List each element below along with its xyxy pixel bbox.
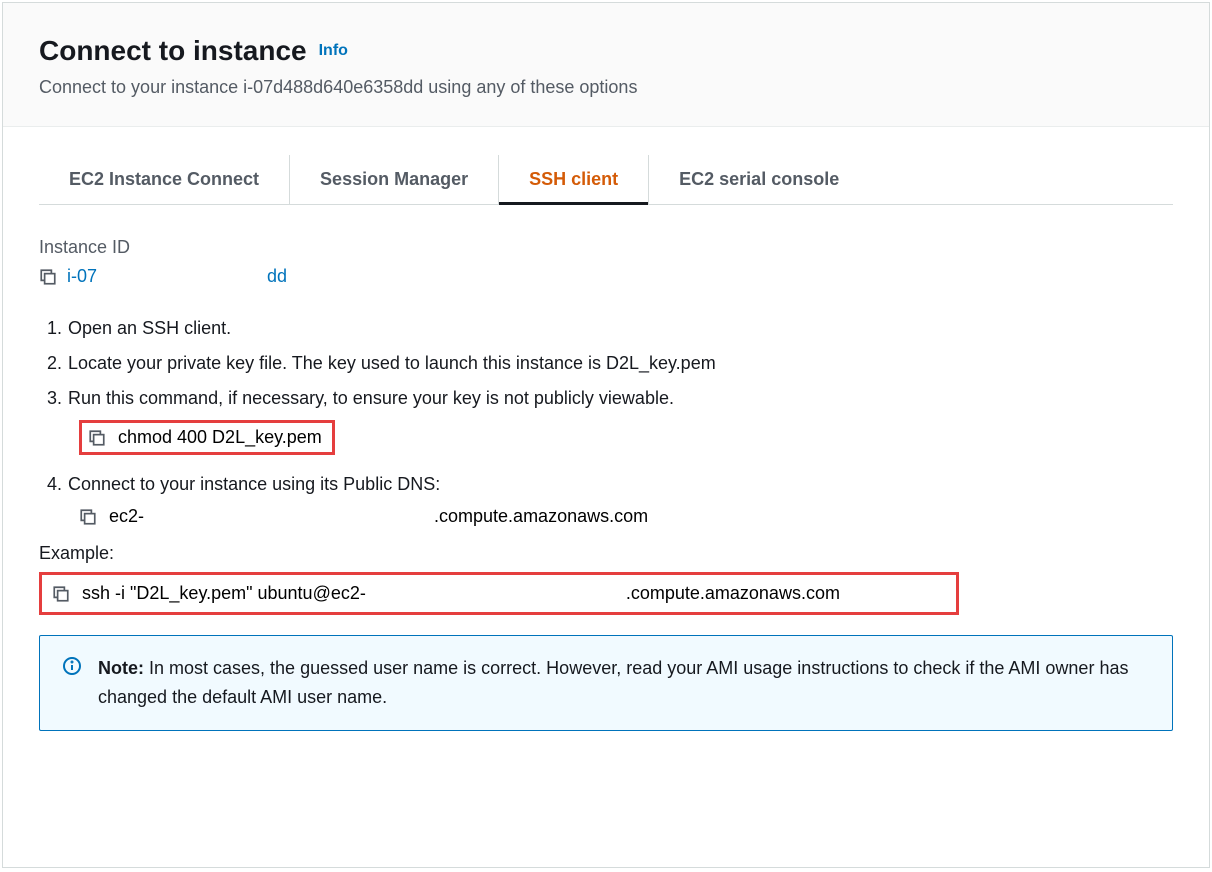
note-body: In most cases, the guessed user name is … — [98, 658, 1128, 707]
step-2: 2. Locate your private key file. The key… — [47, 350, 1173, 377]
step-1: 1. Open an SSH client. — [47, 315, 1173, 342]
public-dns-value: ec2-.compute.amazonaws.com — [109, 506, 648, 527]
instance-id-field: Instance ID i-07 dd — [39, 237, 1173, 287]
note-label: Note: — [98, 658, 144, 678]
step-4-text: Connect to your instance using its Publi… — [68, 471, 440, 498]
instance-id-suffix: dd — [267, 266, 287, 286]
chmod-command: chmod 400 D2L_key.pem — [118, 427, 322, 448]
header-section: Connect to instance Info Connect to your… — [3, 3, 1209, 127]
tabs-row: EC2 Instance Connect Session Manager SSH… — [39, 155, 1173, 205]
step-2-text: Locate your private key file. The key us… — [68, 350, 716, 377]
copy-icon[interactable] — [79, 508, 97, 526]
steps-list: 1. Open an SSH client. 2. Locate your pr… — [47, 315, 1173, 527]
instance-id-prefix: i-07 — [67, 266, 97, 286]
connect-instance-panel: Connect to instance Info Connect to your… — [2, 2, 1210, 868]
step-4-command-row: ec2-.compute.amazonaws.com — [79, 506, 1173, 527]
step-3: 3. Run this command, if necessary, to en… — [47, 385, 1173, 412]
tab-ec2-instance-connect[interactable]: EC2 Instance Connect — [39, 155, 290, 204]
example-label: Example: — [39, 543, 1173, 564]
info-icon — [62, 656, 82, 676]
note-text: Note: In most cases, the guessed user na… — [98, 654, 1150, 712]
chmod-highlight: chmod 400 D2L_key.pem — [79, 420, 335, 455]
note-box: Note: In most cases, the guessed user na… — [39, 635, 1173, 731]
copy-icon[interactable] — [52, 585, 70, 603]
tab-ssh-client[interactable]: SSH client — [499, 155, 649, 204]
example-ssh-command: ssh -i "D2L_key.pem" ubuntu@ec2-.compute… — [82, 583, 840, 604]
info-link[interactable]: Info — [319, 42, 348, 60]
instance-id-link[interactable]: i-07 dd — [67, 266, 287, 287]
tab-ec2-serial-console[interactable]: EC2 serial console — [649, 155, 869, 204]
tab-session-manager[interactable]: Session Manager — [290, 155, 499, 204]
step-3-command-row: chmod 400 D2L_key.pem — [79, 420, 1173, 455]
instance-id-label: Instance ID — [39, 237, 1173, 258]
content-section: EC2 Instance Connect Session Manager SSH… — [3, 127, 1209, 751]
page-subtitle: Connect to your instance i-07d488d640e63… — [39, 77, 1173, 98]
copy-icon[interactable] — [88, 429, 106, 447]
copy-icon[interactable] — [39, 268, 57, 286]
step-3-text: Run this command, if necessary, to ensur… — [68, 385, 674, 412]
step-1-text: Open an SSH client. — [68, 315, 231, 342]
step-4: 4. Connect to your instance using its Pu… — [47, 471, 1173, 498]
example-ssh-highlight: ssh -i "D2L_key.pem" ubuntu@ec2-.compute… — [39, 572, 959, 615]
page-title: Connect to instance — [39, 35, 307, 67]
